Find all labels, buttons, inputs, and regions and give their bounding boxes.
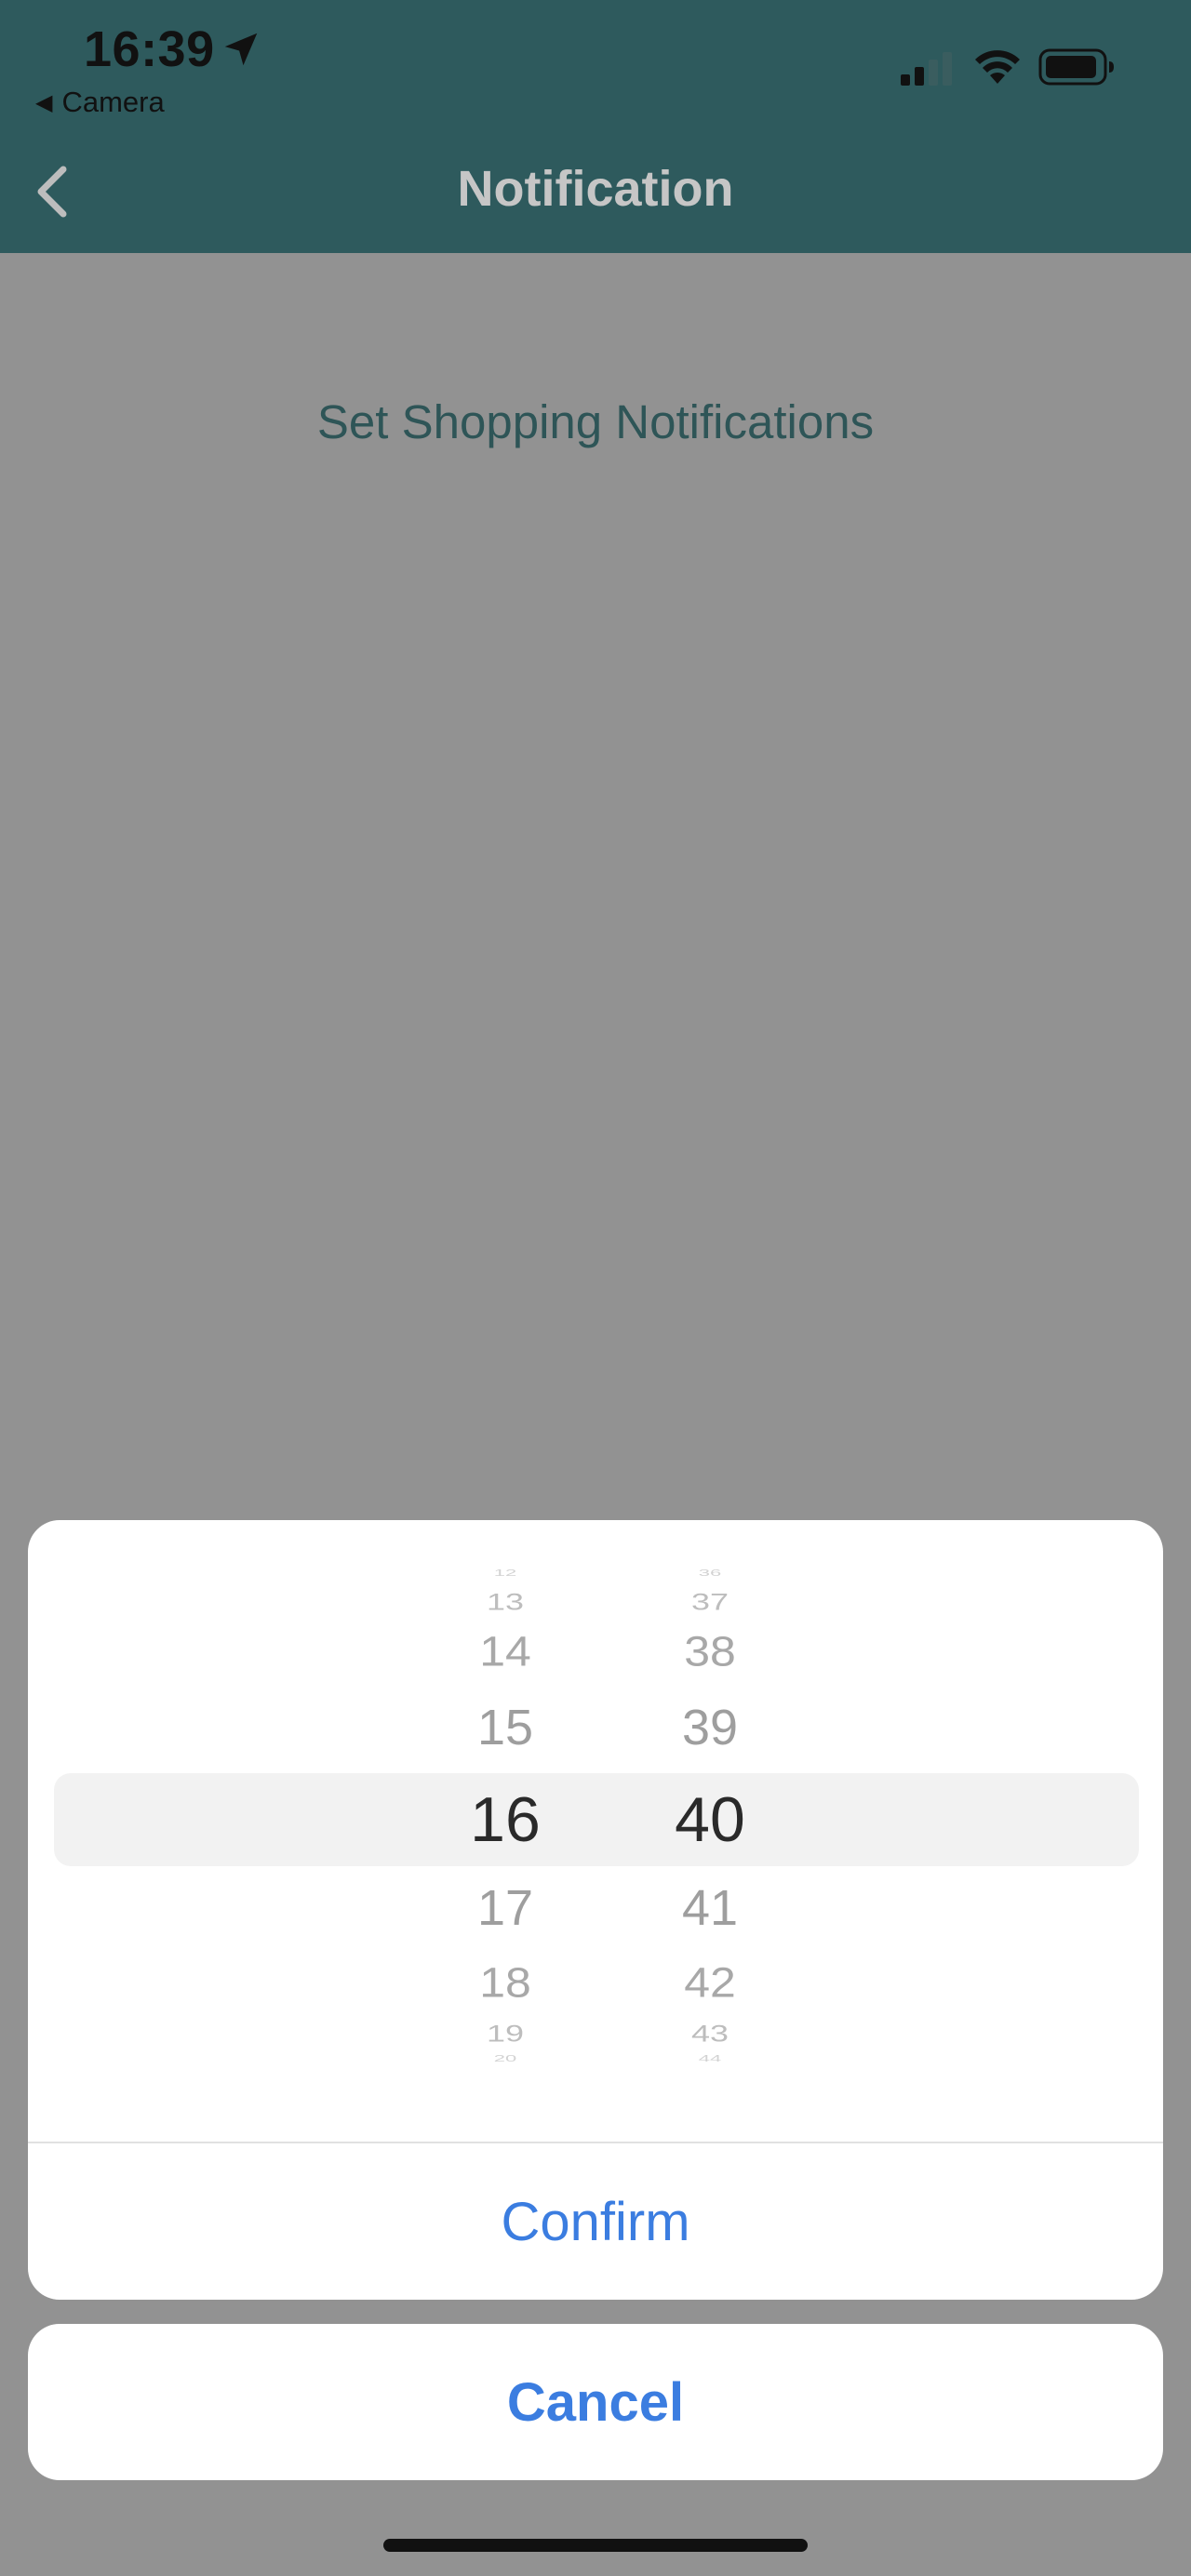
status-bar: 16:39 ◀ Camera: [0, 0, 1191, 130]
wifi-icon: [975, 50, 1020, 84]
minute-option[interactable]: 37: [636, 1590, 784, 1613]
cancel-button[interactable]: Cancel: [28, 2324, 1163, 2480]
hour-option[interactable]: 12: [431, 1568, 580, 1578]
minute-option[interactable]: 42: [636, 1962, 784, 2004]
status-time: 16:39: [84, 21, 215, 77]
navigation-bar: Notification: [0, 130, 1191, 253]
minute-option[interactable]: 43: [636, 2022, 784, 2045]
shopping-notifications-heading: Set Shopping Notifications: [316, 395, 875, 448]
hour-option[interactable]: 14: [431, 1631, 580, 1673]
back-to-camera-link[interactable]: ◀ Camera: [35, 86, 165, 119]
page-title: Notification: [457, 161, 734, 217]
confirm-button[interactable]: Confirm: [28, 2143, 1163, 2300]
hour-option-selected[interactable]: 16: [431, 1788, 580, 1851]
hour-wheel[interactable]: 12 13 14 15 16 17 18 19 20: [431, 1520, 580, 2142]
home-indicator[interactable]: [383, 2539, 808, 2552]
location-arrow-icon: [224, 33, 258, 66]
battery-icon: [1038, 48, 1114, 86]
picker-selection-highlight: [54, 1773, 1139, 1866]
minute-option-selected[interactable]: 40: [636, 1788, 784, 1851]
time-picker-sheet: 12 13 14 15 16 17 18 19 20 36 37 38 39 4…: [28, 1520, 1163, 2300]
hour-option[interactable]: 17: [431, 1883, 580, 1933]
minute-option[interactable]: 39: [636, 1702, 784, 1753]
hour-option[interactable]: 15: [431, 1702, 580, 1753]
back-triangle-icon: ◀: [35, 90, 53, 115]
cellular-signal-icon: [901, 52, 952, 86]
hour-option[interactable]: 19: [431, 2022, 580, 2045]
hour-option[interactable]: 18: [431, 1962, 580, 2004]
minute-wheel[interactable]: 36 37 38 39 40 41 42 43 44: [636, 1520, 784, 2142]
back-to-camera-label: Camera: [61, 86, 165, 118]
hour-option[interactable]: 13: [431, 1590, 580, 1613]
minute-option[interactable]: 41: [636, 1883, 784, 1933]
hour-option[interactable]: 20: [431, 2054, 580, 2063]
minute-option[interactable]: 44: [636, 2054, 784, 2063]
minute-option[interactable]: 38: [636, 1631, 784, 1673]
app-header: 16:39 ◀ Camera Notification: [0, 0, 1191, 253]
minute-option[interactable]: 36: [636, 1568, 784, 1578]
time-picker[interactable]: 12 13 14 15 16 17 18 19 20 36 37 38 39 4…: [28, 1520, 1163, 2142]
